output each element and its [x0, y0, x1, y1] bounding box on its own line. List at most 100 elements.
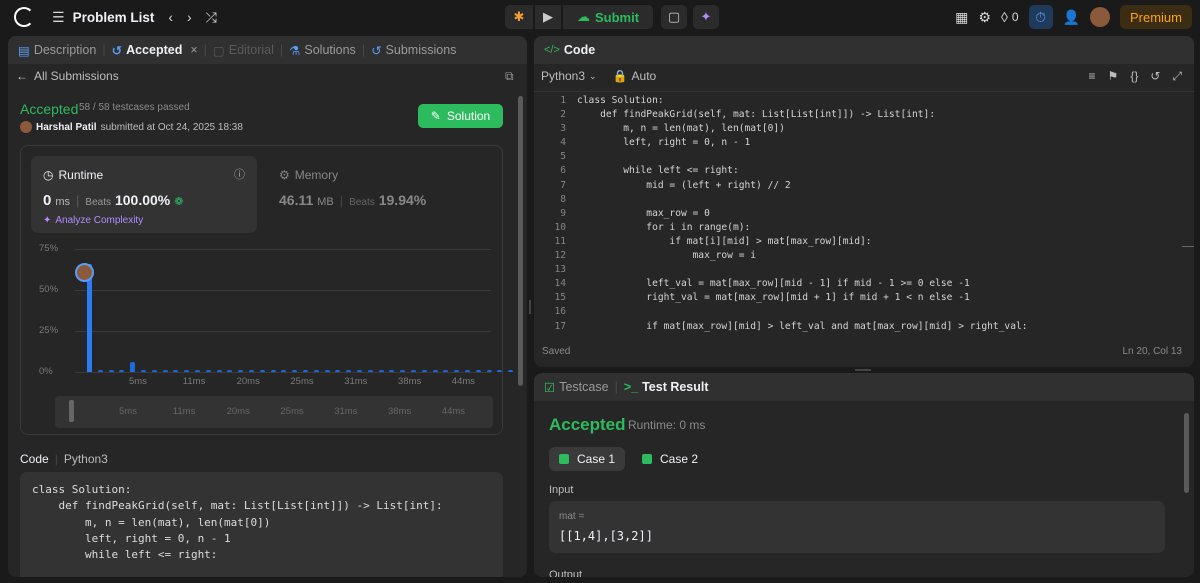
chart-bar[interactable]	[130, 362, 136, 372]
analyze-complexity-link[interactable]: Analyze Complexity	[55, 215, 143, 226]
case-2-tab[interactable]: Case 2	[632, 447, 708, 471]
chart-bar[interactable]	[443, 369, 449, 372]
your-runtime-marker[interactable]	[75, 263, 94, 282]
tab-description[interactable]: ▤ Description	[18, 43, 96, 58]
tab-accepted[interactable]: ↺ Accepted ×	[112, 43, 198, 58]
chart-bar[interactable]	[400, 369, 406, 372]
chart-bar[interactable]	[303, 369, 308, 372]
chart-bar[interactable]	[411, 369, 416, 372]
chart-bar[interactable]	[249, 369, 254, 372]
ai-assist-button[interactable]: ✦	[693, 5, 719, 29]
solution-button[interactable]: ✎ Solution	[418, 104, 503, 128]
chart-bar[interactable]	[259, 369, 265, 372]
y-tick: 50%	[39, 284, 59, 295]
range-selector[interactable]: 5ms 11ms 20ms 25ms 31ms 38ms 44ms	[55, 396, 493, 428]
language-select[interactable]: Python3	[541, 69, 585, 83]
next-problem-icon[interactable]: ›	[187, 9, 192, 25]
run-button[interactable]: ▶	[535, 5, 561, 29]
premium-button[interactable]: Premium	[1119, 5, 1192, 29]
chart-bar[interactable]	[292, 369, 298, 372]
tab-submissions[interactable]: ↺ Submissions	[371, 43, 456, 58]
x-tick: 11ms	[182, 376, 206, 387]
chart-bar[interactable]	[324, 369, 330, 372]
chart-bar[interactable]	[454, 369, 460, 372]
chart-bar[interactable]	[486, 369, 492, 372]
share-link-icon[interactable]: ⧉	[505, 69, 514, 84]
chart-bar[interactable]	[108, 369, 114, 372]
chart-bar[interactable]	[141, 369, 146, 372]
back-to-submissions[interactable]: ← All Submissions	[16, 69, 119, 83]
memory-card[interactable]: ⚙ Memory 46.11 MB | Beats 19.94%	[267, 156, 493, 233]
auto-mode[interactable]: Auto	[632, 69, 657, 83]
chart-bar[interactable]	[151, 369, 157, 372]
leetcode-logo-icon[interactable]	[14, 7, 34, 27]
streak-fire-icon[interactable]: ◊ 0	[1001, 9, 1019, 25]
chart-bar[interactable]	[216, 369, 222, 372]
shuffle-icon[interactable]: ⤮	[206, 9, 217, 26]
case-1-tab[interactable]: Case 1	[549, 447, 626, 471]
chart-bar[interactable]	[119, 369, 125, 372]
reset-icon[interactable]: ↺	[1150, 69, 1160, 84]
chart-bar[interactable]	[313, 369, 319, 372]
range-handle[interactable]	[69, 400, 74, 422]
chart-bar[interactable]	[195, 369, 200, 372]
horizontal-splitter[interactable]	[855, 369, 871, 371]
chart-bar[interactable]	[346, 369, 352, 372]
submit-button[interactable]: ☁ Submit	[563, 5, 653, 29]
debug-button[interactable]: ✱	[505, 5, 533, 29]
grid-line	[75, 249, 491, 250]
chart-bar[interactable]	[335, 369, 341, 372]
code-line: while left <= right:	[577, 165, 739, 177]
chart-bar[interactable]	[173, 369, 179, 372]
chart-bar[interactable]	[270, 369, 276, 372]
layout-icon[interactable]: ▦	[955, 9, 968, 26]
code-line: class Solution:	[32, 483, 132, 496]
chart-bar[interactable]	[162, 369, 168, 372]
chart-bar[interactable]	[389, 369, 395, 372]
chart-bar[interactable]	[508, 369, 514, 372]
format-icon[interactable]: ≡	[1089, 69, 1096, 84]
test-scrollbar[interactable]	[1184, 413, 1189, 493]
tab-test-result[interactable]: >_ Test Result	[624, 380, 709, 394]
left-scrollbar[interactable]	[518, 96, 523, 386]
prev-problem-icon[interactable]: ‹	[168, 9, 173, 25]
chart-bar[interactable]	[97, 369, 103, 372]
chart-bar[interactable]	[281, 369, 287, 372]
submitter-name[interactable]: Harshal Patil	[36, 122, 97, 133]
chart-bar[interactable]	[227, 369, 233, 372]
tab-editorial[interactable]: ▢ Editorial	[213, 43, 274, 58]
close-tab-icon[interactable]: ×	[190, 43, 197, 57]
vertical-splitter[interactable]	[529, 300, 531, 314]
chart-bar[interactable]	[475, 369, 481, 372]
chart-bar[interactable]	[465, 369, 470, 372]
chart-bar[interactable]	[421, 369, 427, 372]
chart-bar[interactable]	[184, 369, 190, 372]
tab-solutions[interactable]: ⚗ Solutions	[289, 43, 356, 58]
info-icon[interactable]: ⓘ	[234, 166, 245, 182]
code-editor[interactable]: 1 2 3 4 5 6 7 8 9 10 11 12 13 14 15 16 17 class Solution…	[534, 95, 1184, 335]
settings-icon[interactable]: ⚙	[978, 9, 991, 26]
chart-bar[interactable]	[238, 369, 244, 372]
runtime-card[interactable]: ◷ Runtime ⓘ 0 ms | Beats 100.00% ❁ ✦ Analy…	[31, 156, 257, 233]
chart-bar[interactable]	[357, 369, 362, 372]
user-avatar[interactable]	[1089, 7, 1110, 27]
code-tab-title[interactable]: Code	[564, 43, 595, 57]
chart-bar[interactable]	[367, 369, 373, 372]
chart-bar[interactable]	[497, 369, 503, 372]
bookmark-icon[interactable]: ⚑	[1108, 69, 1119, 84]
runtime-unit: ms	[55, 196, 71, 208]
editor-scrollbar[interactable]	[1182, 246, 1194, 247]
tab-testcase[interactable]: ☑ Testcase	[544, 380, 609, 395]
chart-bar[interactable]	[432, 369, 438, 372]
line-number: 7	[560, 179, 566, 191]
add-friend-icon[interactable]: 👤	[1063, 9, 1080, 26]
braces-icon[interactable]: {}	[1130, 69, 1138, 84]
chart-bar[interactable]	[378, 369, 384, 372]
note-button[interactable]: ▢	[661, 5, 687, 29]
range-tick: 44ms	[441, 406, 466, 417]
timer-icon[interactable]: ⏱	[1028, 5, 1053, 29]
problem-list-link[interactable]: Problem List	[73, 10, 155, 25]
chart-bar[interactable]	[205, 369, 211, 372]
list-icon[interactable]: ☰	[52, 9, 65, 26]
fullscreen-icon[interactable]: ⤢	[1172, 69, 1182, 84]
